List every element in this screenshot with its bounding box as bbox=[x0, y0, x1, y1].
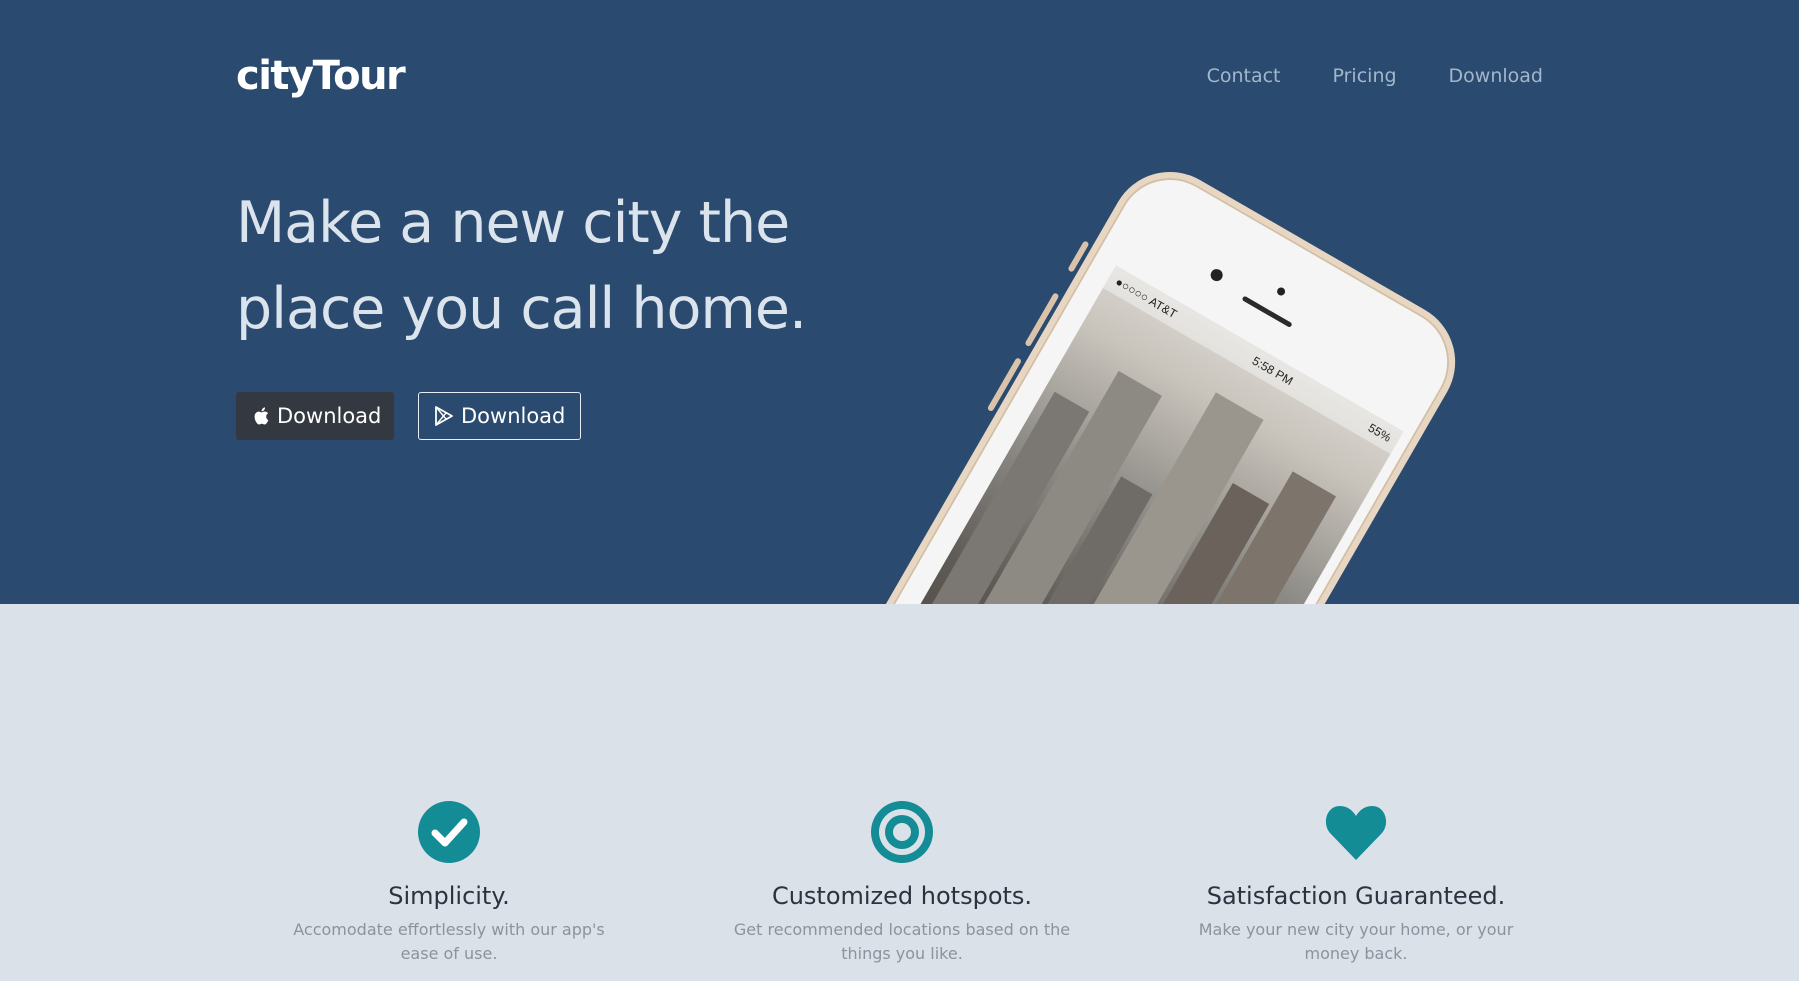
phone-speaker bbox=[1241, 295, 1293, 328]
heart-icon bbox=[1325, 806, 1387, 860]
phone-camera bbox=[1208, 266, 1225, 284]
phone-mockup: ●○○○○ AT&T 5:58 PM 55% bbox=[778, 150, 1478, 604]
feature-customized-hotspots: Customized hotspots. Get recommended loc… bbox=[732, 800, 1072, 966]
phone-sensor bbox=[1275, 286, 1287, 297]
phone-battery: 55% bbox=[1365, 420, 1394, 445]
feature-title: Satisfaction Guaranteed. bbox=[1206, 882, 1506, 910]
top-navigation: cityTour Contact Pricing Download bbox=[236, 44, 1543, 108]
phone-time: 5:58 PM bbox=[1249, 353, 1296, 389]
hero-headline: Make a new city the place you call home. bbox=[236, 180, 876, 352]
nav-link-contact[interactable]: Contact bbox=[1207, 65, 1281, 87]
target-icon bbox=[871, 801, 933, 863]
feature-description: Accomodate effortlessly with our app's e… bbox=[293, 920, 605, 963]
nav-links: Contact Pricing Download bbox=[1207, 65, 1543, 87]
apple-icon bbox=[254, 407, 269, 425]
phone-carrier: ●○○○○ AT&T bbox=[1112, 274, 1180, 322]
hero-headline-line2: place you call home. bbox=[236, 276, 807, 342]
play-store-download-label: Download bbox=[461, 404, 566, 428]
download-buttons: Download Download bbox=[236, 392, 581, 440]
app-store-download-button[interactable]: Download bbox=[236, 392, 394, 440]
feature-title: Simplicity. bbox=[388, 882, 510, 910]
brand-logo[interactable]: cityTour bbox=[236, 53, 406, 99]
play-store-icon bbox=[435, 406, 453, 426]
feature-title: Customized hotspots. bbox=[771, 882, 1033, 910]
feature-description: Get recommended locations based on the t… bbox=[733, 920, 1071, 963]
nav-link-download[interactable]: Download bbox=[1449, 65, 1543, 87]
feature-simplicity: Simplicity. Accomodate effortlessly with… bbox=[279, 800, 619, 966]
hero-section: cityTour Contact Pricing Download Make a… bbox=[0, 0, 1799, 604]
play-store-download-button[interactable]: Download bbox=[418, 392, 581, 440]
check-circle-icon bbox=[418, 801, 480, 863]
feature-description: Make your new city your home, or your mo… bbox=[1198, 920, 1514, 963]
features-section: Simplicity. Accomodate effortlessly with… bbox=[0, 604, 1799, 981]
feature-satisfaction: Satisfaction Guaranteed. Make your new c… bbox=[1186, 800, 1526, 966]
hero-headline-line1: Make a new city the bbox=[236, 190, 790, 256]
phone-screen-city-photo: ●○○○○ AT&T 5:58 PM 55% bbox=[835, 265, 1404, 604]
phone-frame: ●○○○○ AT&T 5:58 PM 55% bbox=[778, 150, 1478, 604]
nav-link-pricing[interactable]: Pricing bbox=[1333, 65, 1397, 87]
app-store-download-label: Download bbox=[277, 404, 382, 428]
